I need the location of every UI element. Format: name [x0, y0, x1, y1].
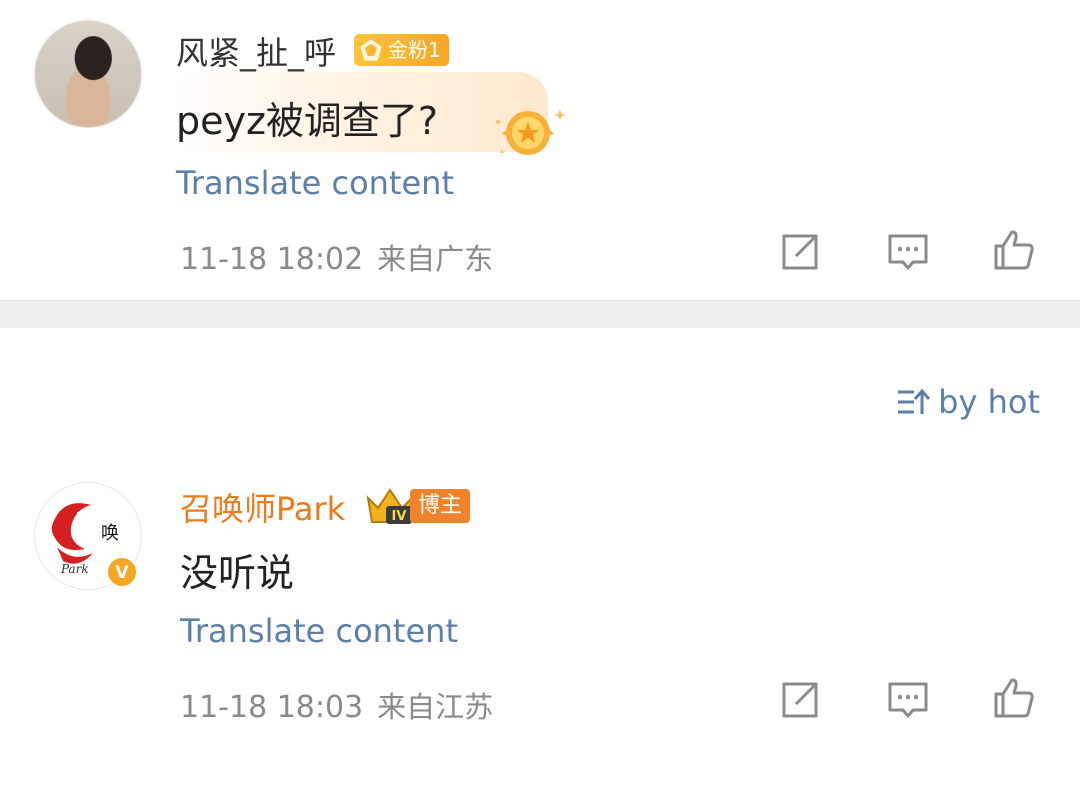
username[interactable]: 风紧_扯_呼 [176, 28, 336, 74]
comment-text: peyz被调查了? [176, 99, 439, 143]
share-icon[interactable] [778, 678, 822, 722]
comment-item: 风紧_扯_呼 金粉1 peyz被调查了? Translate content 1… [0, 0, 1080, 300]
medal-icon [496, 110, 566, 155]
translate-link[interactable]: Translate content [176, 164, 454, 202]
blogger-badge-label: 博主 [418, 493, 463, 518]
location: 来自江苏 [377, 690, 494, 724]
comment-meta: 11-18 18:02 来自广东 [180, 236, 493, 278]
crown-level: IV [392, 509, 407, 524]
share-icon[interactable] [778, 230, 822, 274]
avatar[interactable] [34, 20, 142, 128]
comment-icon[interactable] [886, 230, 930, 274]
sort-label: by hot [938, 383, 1040, 421]
location: 来自广东 [377, 242, 494, 276]
verified-icon: V [106, 556, 138, 588]
comment-meta: 11-18 18:03 来自江苏 [180, 684, 493, 726]
timestamp: 11-18 18:02 [180, 242, 364, 277]
crown-icon: IV [366, 488, 414, 524]
fan-badge[interactable]: 金粉1 [354, 34, 449, 66]
translate-link[interactable]: Translate content [180, 612, 458, 650]
avatar-park-text: Park [60, 562, 89, 576]
section-divider [0, 300, 1080, 328]
avatar-char-1: 召 [74, 508, 99, 537]
comment-text: 没听说 [180, 551, 295, 595]
comment-item: 召 唤 Park V 召唤师Park IV 博主 没听说 Translate c… [0, 476, 1080, 787]
sort-icon [898, 388, 931, 414]
like-icon[interactable] [992, 676, 1036, 720]
fan-badge-label: 金粉1 [388, 38, 441, 62]
avatar-char-2: 唤 [101, 523, 119, 544]
blogger-badge[interactable]: 博主 [410, 489, 471, 523]
gem-icon [360, 39, 382, 61]
comment-icon[interactable] [886, 678, 930, 722]
like-icon[interactable] [992, 228, 1036, 272]
sort-by-hot-button[interactable]: by hot [896, 383, 1040, 421]
verified-mark: V [115, 563, 129, 583]
username[interactable]: 召唤师Park [180, 484, 345, 530]
timestamp: 11-18 18:03 [180, 690, 364, 725]
